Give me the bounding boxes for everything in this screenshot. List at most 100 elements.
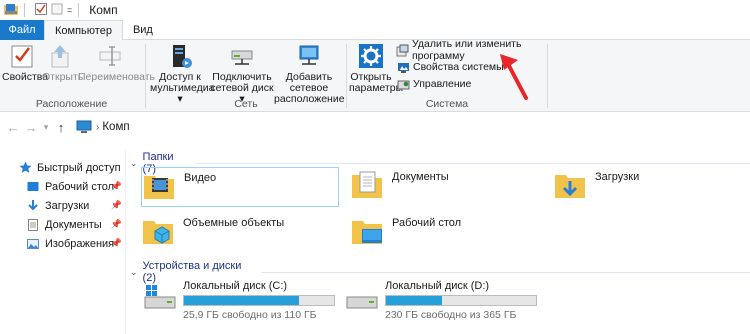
downloads-folder-icon <box>553 167 587 201</box>
network-group-label: Сеть <box>234 98 258 110</box>
back-icon[interactable]: ← <box>4 120 22 135</box>
sidebar-item-label: Изображения <box>45 237 115 250</box>
desktop-folder-icon <box>350 213 384 247</box>
sidebar-item-label: Загрузки <box>45 199 90 212</box>
title-separator <box>24 3 25 17</box>
sidebar-item-quick-access[interactable]: Быстрый доступ <box>0 158 126 177</box>
star-icon <box>18 161 32 175</box>
sidebar-item-pictures[interactable]: Изображения 📌 <box>0 234 126 253</box>
download-arrow-icon <box>26 199 40 213</box>
collapse-chevron-icon[interactable]: ⌄ <box>130 158 138 169</box>
quick-access-dropdown-icon[interactable]: = <box>67 5 72 15</box>
pin-icon[interactable]: 📌 <box>111 238 122 249</box>
sidebar-item-label: Рабочий стол <box>45 180 115 193</box>
ribbon-tabs: Файл Компьютер Вид <box>0 20 750 41</box>
documents-folder-icon <box>350 167 384 201</box>
desktop-icon <box>26 180 40 194</box>
folder-name: Рабочий стол <box>392 217 462 229</box>
rename-icon <box>78 42 142 70</box>
sidebar-item-documents[interactable]: Документы 📌 <box>0 215 126 234</box>
ribbon: Свойства Открыть Переименовать Расположе… <box>0 38 750 112</box>
map-network-drive-button[interactable]: Подключить сетевой диск ▾ <box>210 42 274 105</box>
pin-icon[interactable]: 📌 <box>111 219 122 230</box>
drive-c[interactable]: Локальный диск (C:) 25,9 ГБ свободно из … <box>143 280 335 321</box>
sidebar-item-label: Документы <box>45 218 102 231</box>
drive-name: Локальный диск (C:) <box>183 280 288 292</box>
tab-view[interactable]: Вид <box>123 20 163 40</box>
title-separator-2 <box>78 3 80 17</box>
group-separator-2 <box>346 44 347 108</box>
pin-icon[interactable]: 📌 <box>111 181 122 192</box>
folder-name: Видео <box>184 172 217 184</box>
folder-video[interactable]: Видео <box>141 167 339 207</box>
tab-file[interactable]: Файл <box>0 20 44 40</box>
new-folder-icon[interactable] <box>51 3 63 18</box>
folder-icon <box>4 3 18 18</box>
drive-usage-bar <box>385 295 537 306</box>
programs-icon <box>396 43 409 57</box>
video-folder-icon <box>142 168 176 202</box>
breadcrumb[interactable]: Комп <box>102 121 129 133</box>
window-title: Комп <box>89 3 118 17</box>
system-properties-label: Свойства системы <box>413 61 504 73</box>
sidebar-item-label: Быстрый доступ <box>37 161 121 174</box>
drive-usage-fill <box>184 296 299 305</box>
open-button[interactable]: Открыть <box>42 42 83 83</box>
sidebar-item-desktop[interactable]: Рабочий стол 📌 <box>0 177 126 196</box>
drive-free-space: 25,9 ГБ свободно из 110 ГБ <box>183 309 317 321</box>
properties-icon <box>2 42 42 70</box>
drive-d[interactable]: Локальный диск (D:) 230 ГБ свободно из 3… <box>345 280 537 321</box>
media-access-button[interactable]: Доступ к мультимедиа ▾ <box>150 42 214 105</box>
system-properties-button[interactable]: Свойства системы <box>396 59 504 75</box>
annotation-arrow-icon <box>498 52 532 105</box>
folder-name: Документы <box>392 171 449 183</box>
folder-3d-objects[interactable]: Объемные объекты <box>141 213 284 253</box>
sidebar-item-downloads[interactable]: Загрузки 📌 <box>0 196 126 215</box>
open-settings-button[interactable]: Открыть параметры <box>349 42 403 94</box>
manage-button[interactable]: Управление <box>396 76 471 92</box>
media-server-icon <box>150 42 210 70</box>
checkbox-properties-icon[interactable] <box>35 2 47 18</box>
folder-name: Загрузки <box>595 171 640 183</box>
settings-gear-icon <box>349 42 393 70</box>
drive-name: Локальный диск (D:) <box>385 280 490 292</box>
location-group-label: Расположение <box>35 98 108 110</box>
drive-free-space: 230 ГБ свободно из 365 ГБ <box>385 309 517 321</box>
properties-button[interactable]: Свойства <box>2 42 48 83</box>
manage-icon <box>396 77 410 91</box>
up-icon[interactable]: ↑ <box>52 120 70 135</box>
computer-icon <box>76 120 92 134</box>
recent-locations-icon[interactable]: ▾ <box>40 122 52 133</box>
section-divider <box>195 162 750 164</box>
open-icon <box>42 42 78 70</box>
collapse-chevron-icon[interactable]: ⌄ <box>130 267 138 278</box>
folder-desktop[interactable]: Рабочий стол <box>350 213 461 253</box>
folder-name: Объемные объекты <box>183 217 285 229</box>
open-settings-label-2: параметры <box>349 82 404 94</box>
network-group: Доступ к мультимедиа ▾ Подключить сетево… <box>148 40 345 112</box>
pictures-icon <box>26 237 40 251</box>
rename-label: Переименовать <box>78 71 155 83</box>
network-drive-icon <box>210 42 274 70</box>
section-divider <box>261 271 750 273</box>
add-location-label-1: Добавить сетевое <box>285 71 333 94</box>
add-network-location-button[interactable]: Добавить сетевое расположение <box>274 42 345 105</box>
rename-button[interactable]: Переименовать <box>78 42 155 83</box>
forward-icon[interactable]: → <box>22 120 40 135</box>
breadcrumb-chevron-icon: › <box>96 121 100 133</box>
3d-objects-folder-icon <box>141 213 175 247</box>
windows-drive-icon <box>143 280 177 314</box>
folder-downloads[interactable]: Загрузки <box>553 167 639 207</box>
navigation-pane: Быстрый доступ Рабочий стол 📌 Загрузки 📌… <box>0 150 126 334</box>
pin-icon[interactable]: 📌 <box>111 200 122 211</box>
address-bar: ← → ▾ ↑ › Комп <box>0 116 750 138</box>
drive-usage-fill <box>386 296 442 305</box>
folder-documents[interactable]: Документы <box>350 167 449 207</box>
tab-computer[interactable]: Компьютер <box>44 20 123 41</box>
hard-drive-icon <box>345 280 379 314</box>
title-bar: = Комп <box>0 0 750 20</box>
manage-label: Управление <box>413 78 472 90</box>
drive-usage-bar <box>183 295 335 306</box>
group-separator <box>145 44 146 108</box>
system-properties-icon <box>396 60 410 74</box>
